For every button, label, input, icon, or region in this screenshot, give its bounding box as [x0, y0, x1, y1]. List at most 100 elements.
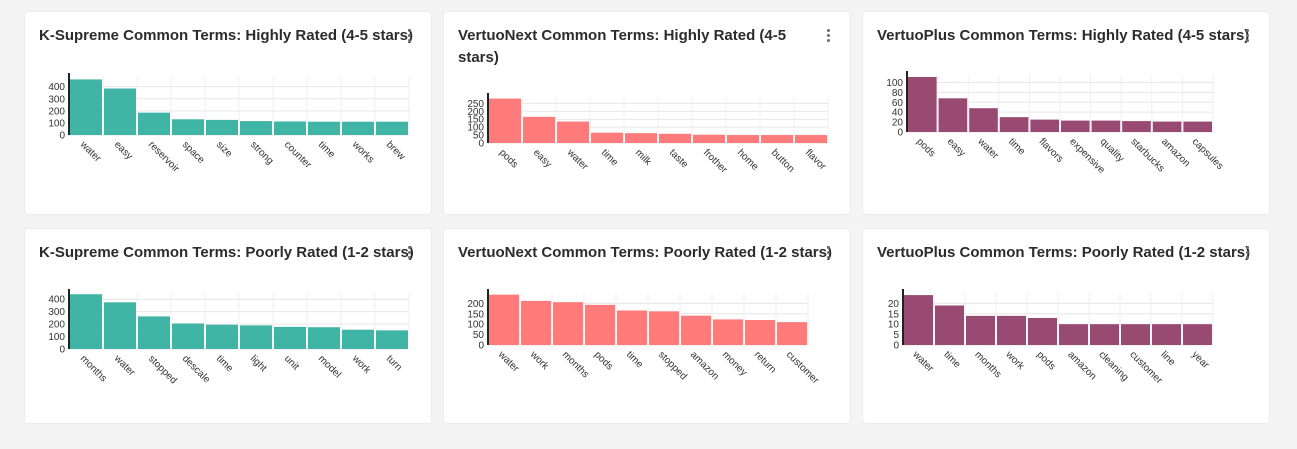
- y-tick-label: 0: [59, 345, 65, 356]
- x-tick-label: space: [180, 139, 207, 166]
- x-tick-label: milk: [633, 147, 654, 168]
- y-tick-label: 0: [893, 341, 899, 352]
- bar: [591, 132, 623, 143]
- x-tick-label: model: [316, 353, 343, 380]
- bar: [969, 108, 998, 132]
- bar: [70, 79, 102, 135]
- x-tick-label: reservoir: [146, 139, 182, 175]
- y-tick-label: 300: [48, 94, 65, 105]
- bar-chart: 0 100200 300400 months water stopped descale ti…: [48, 289, 410, 386]
- x-tick-label: taste: [667, 147, 690, 170]
- x-tick-label: money: [720, 349, 749, 378]
- bar: [938, 98, 968, 132]
- bar: [206, 119, 238, 135]
- bar: [376, 121, 408, 135]
- bar-chart: 050100150200250pods easy water time milk tast…: [467, 93, 829, 176]
- x-tick-label: descale: [180, 353, 212, 385]
- x-tick-label: works: [349, 139, 376, 166]
- bar: [138, 316, 170, 349]
- bar: [557, 121, 589, 143]
- x-tick-label: button: [769, 147, 796, 174]
- bar: [308, 121, 340, 135]
- y-tick-label: 100: [48, 332, 65, 343]
- chart-card: VertuoNext Common Terms: Poorly Rated (1…: [444, 229, 850, 423]
- bar: [342, 121, 374, 135]
- y-tick-label: 5: [893, 330, 899, 341]
- bar: [308, 327, 340, 349]
- x-tick-label: strong: [248, 139, 275, 166]
- y-tick-label: 400: [48, 82, 65, 93]
- bar: [1030, 119, 1059, 132]
- bar: [1121, 324, 1150, 345]
- bar: [795, 135, 827, 143]
- bar: [745, 320, 775, 345]
- x-tick-label: line: [1158, 349, 1177, 368]
- y-tick-label: 250: [467, 99, 484, 110]
- x-tick-label: counter: [282, 139, 314, 171]
- x-tick-label: home: [735, 147, 761, 173]
- x-tick-label: quality: [1098, 136, 1126, 164]
- x-tick-label: water: [564, 147, 590, 173]
- bar: [376, 330, 408, 349]
- x-tick-label: cleaning: [1096, 349, 1130, 383]
- x-tick-label: time: [624, 349, 645, 370]
- bar: [172, 323, 204, 349]
- x-tick-label: work: [1003, 349, 1027, 373]
- y-tick-label: 80: [892, 88, 904, 99]
- bar: [553, 302, 583, 345]
- x-tick-label: pods: [1034, 349, 1057, 372]
- chart-card: K-Supreme Common Terms: Poorly Rated (1-…: [25, 229, 431, 423]
- bar: [904, 295, 933, 345]
- y-tick-label: 100: [467, 320, 484, 331]
- bar: [713, 319, 743, 345]
- x-tick-label: flavor: [803, 147, 829, 173]
- x-tick-label: capsules: [1190, 136, 1226, 172]
- x-tick-label: year: [1189, 349, 1211, 371]
- bar: [659, 133, 691, 143]
- chart-card: VertuoPlus Common Terms: Poorly Rated (1…: [863, 229, 1269, 423]
- chart-card: VertuoPlus Common Terms: Highly Rated (4…: [863, 12, 1269, 214]
- x-tick-label: time: [214, 353, 235, 374]
- bar: [523, 116, 555, 143]
- x-tick-label: frother: [701, 147, 730, 176]
- bar: [1090, 324, 1119, 345]
- x-tick-label: water: [111, 353, 137, 379]
- x-tick-label: pods: [497, 147, 520, 170]
- bar: [1028, 317, 1057, 345]
- x-tick-label: work: [349, 353, 373, 377]
- bar: [1059, 324, 1088, 345]
- bar: [761, 135, 793, 143]
- x-tick-label: easy: [112, 139, 135, 162]
- x-tick-label: water: [975, 136, 1001, 162]
- y-tick-label: 100: [48, 118, 65, 129]
- bar: [521, 300, 551, 345]
- bar: [489, 98, 521, 143]
- bar: [240, 325, 272, 349]
- y-tick-label: 0: [897, 128, 903, 139]
- bar: [999, 117, 1029, 132]
- bar: [104, 88, 136, 135]
- x-tick-label: stopped: [656, 349, 689, 382]
- x-tick-label: light: [248, 353, 269, 374]
- chart-card: VertuoNext Common Terms: Highly Rated (4…: [444, 12, 850, 214]
- x-tick-label: work: [527, 349, 551, 373]
- bar: [935, 305, 964, 345]
- x-tick-label: time: [1006, 136, 1027, 157]
- bar: [1183, 324, 1212, 345]
- bar: [727, 135, 759, 143]
- x-tick-label: customer: [1127, 349, 1164, 386]
- bar: [1061, 120, 1090, 132]
- y-tick-label: 50: [473, 330, 485, 341]
- bar: [274, 121, 306, 135]
- bar: [681, 315, 711, 345]
- x-tick-label: flavors: [1037, 136, 1066, 165]
- y-tick-label: 200: [48, 320, 65, 331]
- x-tick-label: water: [495, 349, 521, 375]
- bar: [1091, 120, 1121, 132]
- bar: [342, 329, 374, 349]
- y-tick-label: 400: [48, 295, 65, 306]
- x-tick-label: easy: [531, 147, 554, 170]
- bar: [274, 326, 306, 349]
- x-tick-label: time: [599, 147, 620, 168]
- x-tick-label: customer: [784, 349, 821, 386]
